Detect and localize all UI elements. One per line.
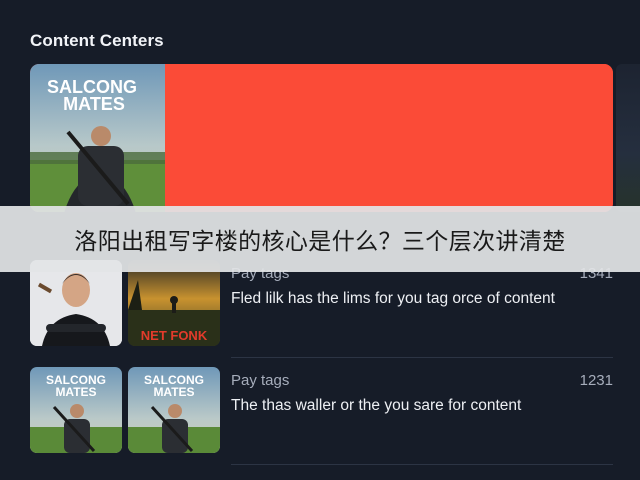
hero-card[interactable]: SALCONG MATES 2019 <box>30 64 613 212</box>
next-card-peek[interactable] <box>616 64 640 212</box>
list-item[interactable]: SALCONG MATES SALCONG MATES Pay tags 123… <box>30 367 613 465</box>
list-thumb-poster: SALCONG MATES <box>128 367 220 453</box>
list-thumb-portrait <box>30 260 122 346</box>
hero-feature-area[interactable] <box>165 64 613 212</box>
hero-poster-image: SALCONG MATES 2019 <box>30 64 165 212</box>
list-thumb-title-2: MATES <box>55 385 96 399</box>
list-item-description: Fled lilk has the lims for you tag orce … <box>231 290 555 307</box>
list-item[interactable]: NET FONK Pay tags 1341 Fled lilk has the… <box>30 260 613 358</box>
overlay-banner-text: 洛阳出租写字楼的核心是什么？三个层次讲清楚 <box>74 229 566 255</box>
list-divider <box>231 357 613 358</box>
overlay-banner: 洛阳出租写字楼的核心是什么？三个层次讲清楚 <box>0 206 640 272</box>
hero-poster-title-2: MATES <box>63 94 125 114</box>
list-thumb-title-2: MATES <box>153 385 194 399</box>
page-title: Content Centers <box>30 31 164 50</box>
list-thumb-poster-title: NET FONK <box>141 328 208 343</box>
list-item-tag: Pay tags <box>231 372 290 389</box>
list-divider <box>231 464 613 465</box>
list-thumb-poster: NET FONK <box>128 260 220 346</box>
list-item-count: 1231 <box>579 372 613 389</box>
list-thumb-poster: SALCONG MATES <box>30 367 122 453</box>
list-item-description: The thas waller or the you sare for cont… <box>231 397 522 414</box>
